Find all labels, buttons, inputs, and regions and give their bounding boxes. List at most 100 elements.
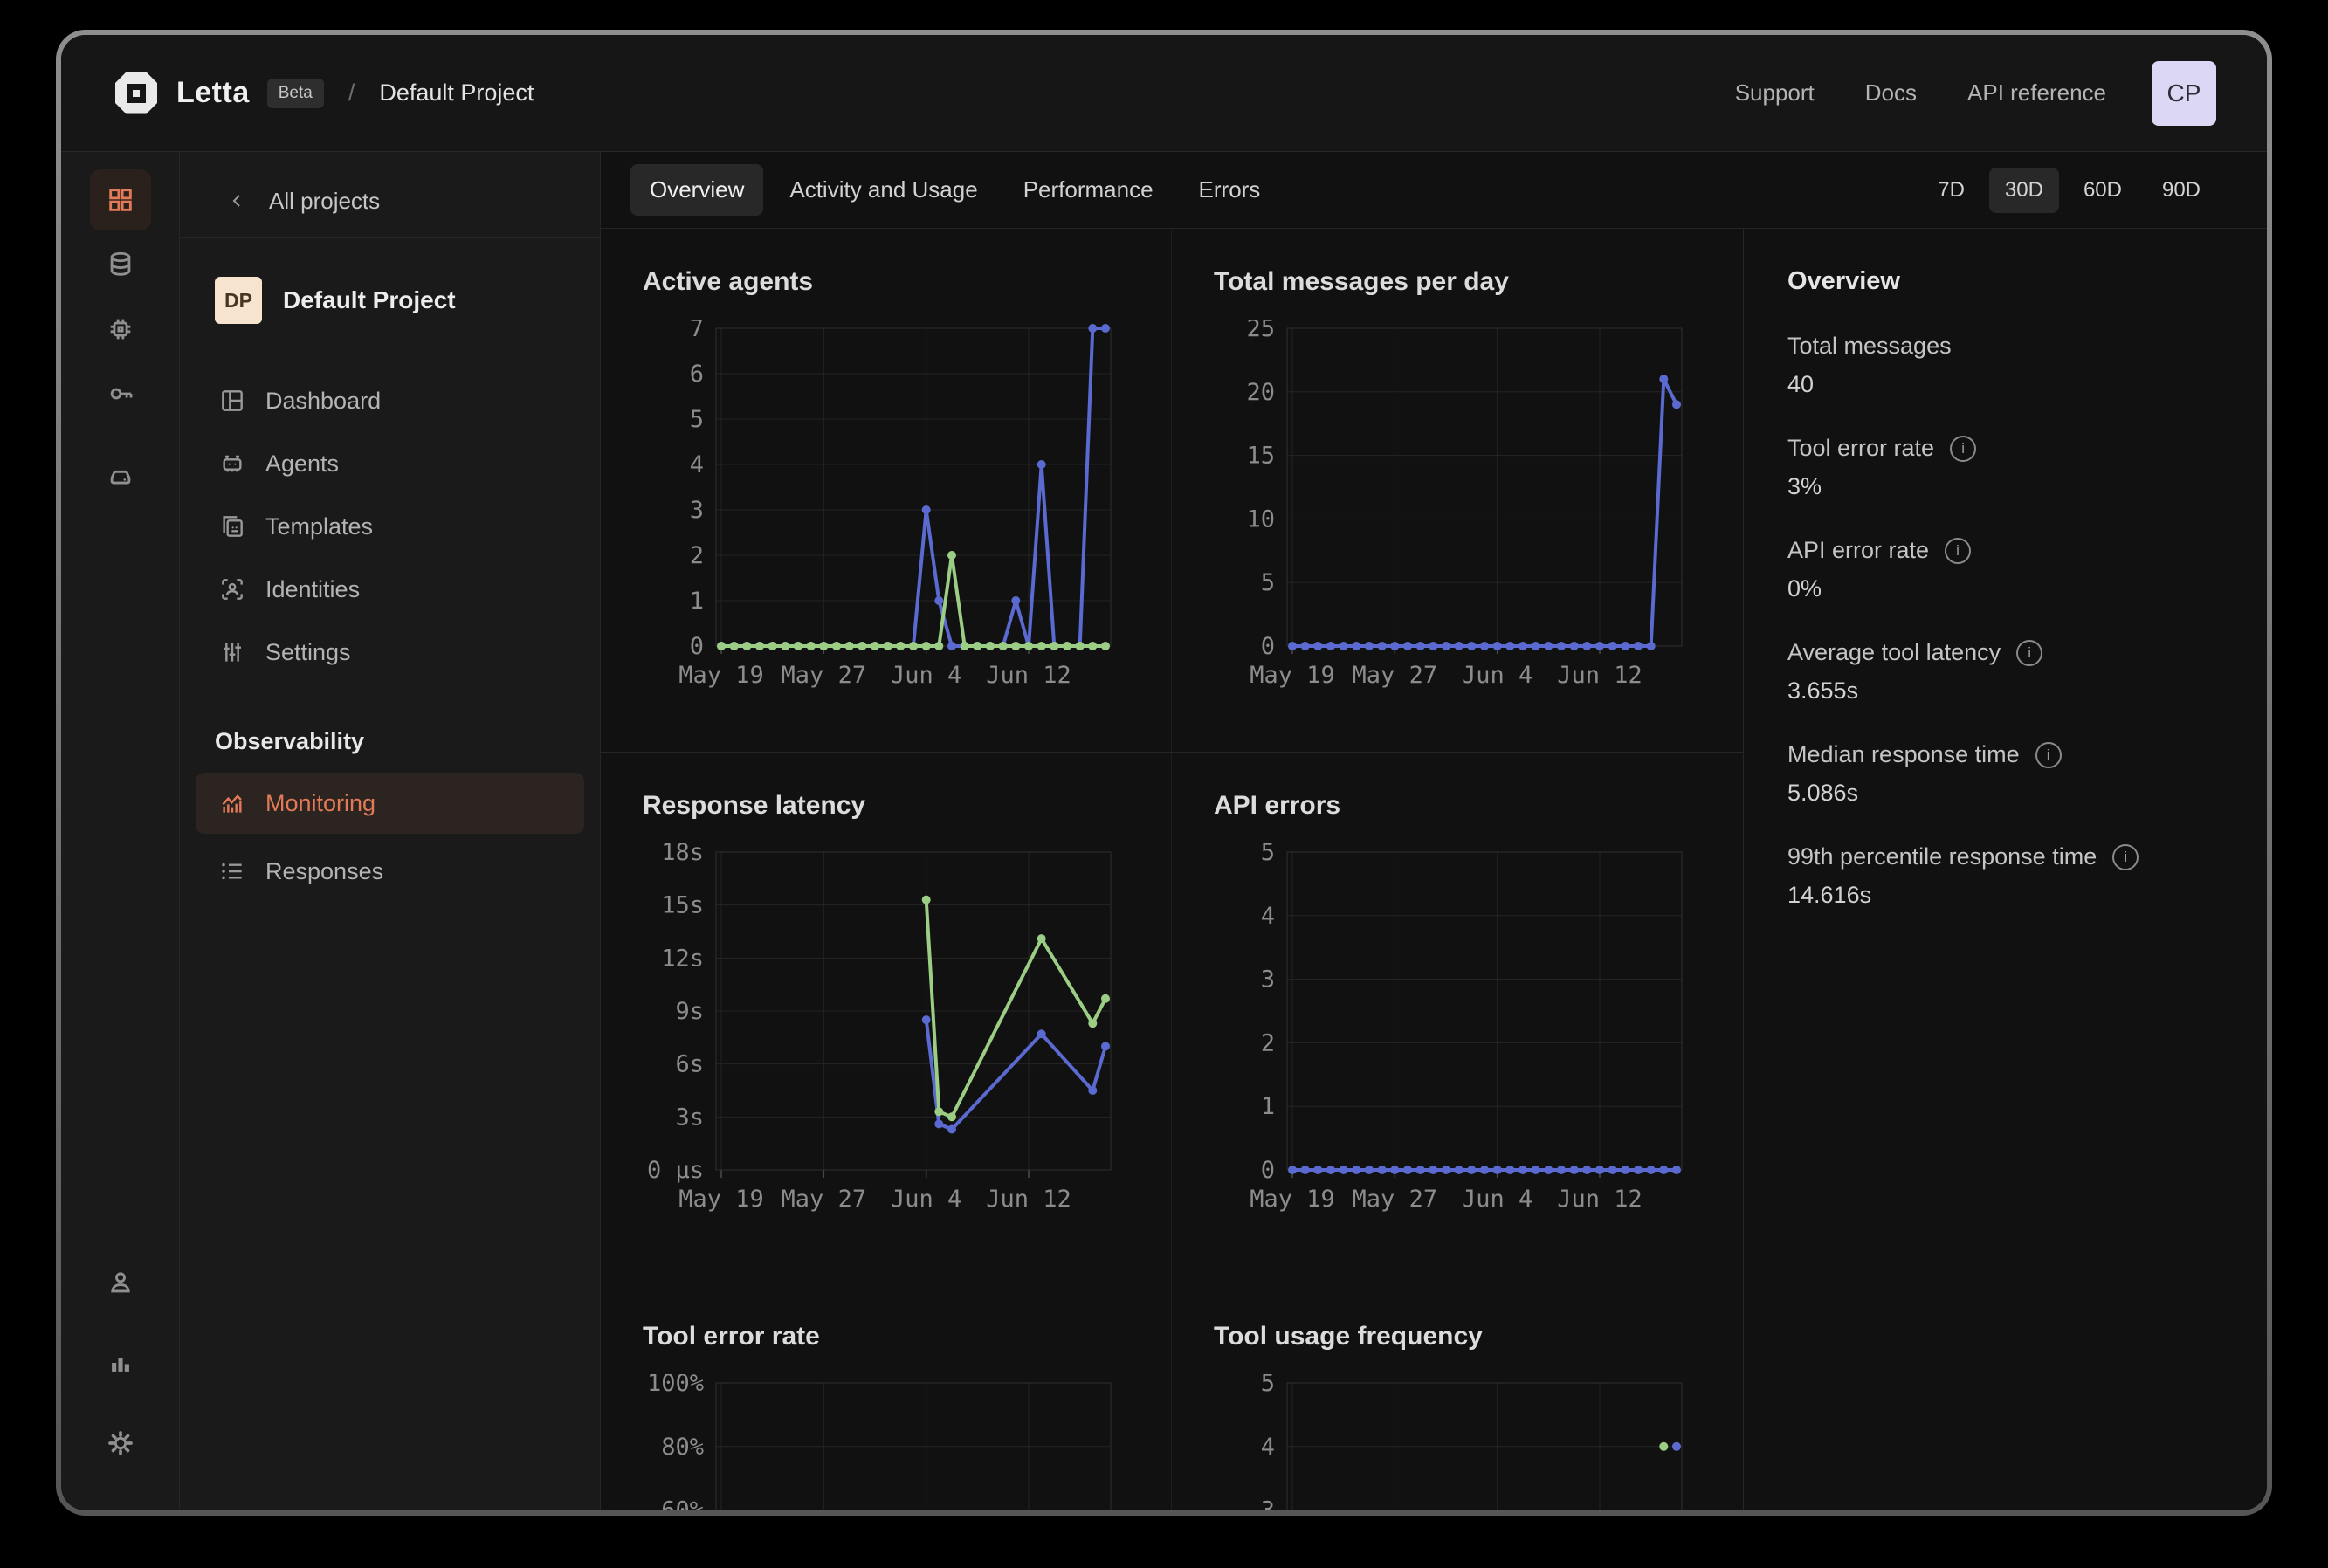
tab-errors[interactable]: Errors xyxy=(1180,164,1280,216)
gear-icon[interactable] xyxy=(90,1413,151,1474)
top-bar: Letta Beta / Default Project Support Doc… xyxy=(61,35,2267,152)
bar-chart-icon[interactable] xyxy=(90,1332,151,1393)
server-icon[interactable] xyxy=(90,446,151,507)
svg-text:0: 0 xyxy=(1261,633,1275,660)
svg-text:Jun 12: Jun 12 xyxy=(986,662,1071,689)
svg-text:3: 3 xyxy=(690,497,704,524)
svg-text:1: 1 xyxy=(1261,1093,1275,1120)
letta-logo-icon xyxy=(115,72,157,114)
breadcrumb-separator: / xyxy=(348,79,355,107)
svg-text:12s: 12s xyxy=(661,945,704,972)
chart-active-agents: Active agents 01234567May 19May 27Jun 4J… xyxy=(601,229,1172,753)
project-avatar: DP xyxy=(215,277,262,324)
time-range-selector: 7D 30D 60D 90D xyxy=(1922,168,2216,213)
line-chart: 0510152025May 19May 27Jun 4Jun 12 xyxy=(1214,320,1689,695)
info-icon[interactable]: i xyxy=(1950,436,1976,462)
info-icon[interactable]: i xyxy=(2035,742,2062,768)
metric-99th-percentile-response-time: 99th percentile response timei 14.616s xyxy=(1787,843,2232,909)
svg-text:25: 25 xyxy=(1246,320,1275,342)
svg-text:May 19: May 19 xyxy=(1250,662,1335,689)
line-chart: 012345May 19May 27Jun 4Jun 12 xyxy=(1214,843,1689,1219)
sidebar-item-monitoring[interactable]: Monitoring xyxy=(196,773,584,834)
info-icon[interactable]: i xyxy=(2016,640,2042,666)
info-icon[interactable]: i xyxy=(1945,538,1971,564)
sidebar-item-settings[interactable]: Settings xyxy=(180,621,600,684)
tab-activity-and-usage[interactable]: Activity and Usage xyxy=(770,164,996,216)
sidebar-item-identities[interactable]: Identities xyxy=(180,558,600,621)
svg-text:15: 15 xyxy=(1246,443,1275,470)
sidebar-item-templates[interactable]: Templates xyxy=(180,495,600,558)
range-90d[interactable]: 90D xyxy=(2146,168,2216,213)
svg-text:2: 2 xyxy=(1261,1029,1275,1056)
svg-text:0: 0 xyxy=(1261,1157,1275,1184)
metric-value: 3% xyxy=(1787,473,2232,500)
svg-text:9s: 9s xyxy=(675,998,704,1025)
chart-response-latency: Response latency 0 µs3s6s9s12s15s18sMay … xyxy=(601,753,1172,1283)
cpu-icon[interactable] xyxy=(90,299,151,360)
svg-text:May 27: May 27 xyxy=(1353,662,1438,689)
tab-performance[interactable]: Performance xyxy=(1004,164,1173,216)
sidebar-item-dashboard[interactable]: Dashboard xyxy=(180,369,600,432)
breadcrumb-project[interactable]: Default Project xyxy=(379,79,534,107)
metric-median-response-time: Median response timei 5.086s xyxy=(1787,741,2232,807)
sidebar-item-label: Agents xyxy=(265,450,339,478)
tab-overview[interactable]: Overview xyxy=(630,164,763,216)
sidebar-item-responses[interactable]: Responses xyxy=(196,841,584,902)
metric-value: 0% xyxy=(1787,575,2232,602)
person-icon[interactable] xyxy=(90,1252,151,1313)
metric-tool-error-rate: Tool error ratei 3% xyxy=(1787,435,2232,500)
key-icon[interactable] xyxy=(90,363,151,424)
api-reference-link[interactable]: API reference xyxy=(1967,79,2106,107)
metric-average-tool-latency: Average tool latencyi 3.655s xyxy=(1787,639,2232,705)
beta-badge: Beta xyxy=(267,79,324,108)
grid-icon[interactable] xyxy=(90,169,151,230)
sliders-icon xyxy=(218,638,246,666)
all-projects-back[interactable]: All projects xyxy=(180,175,600,227)
svg-text:5: 5 xyxy=(1261,569,1275,596)
svg-text:Jun 12: Jun 12 xyxy=(1557,1186,1643,1213)
support-link[interactable]: Support xyxy=(1735,79,1815,107)
range-30d[interactable]: 30D xyxy=(1989,168,2059,213)
sidebar-item-agents[interactable]: Agents xyxy=(180,432,600,495)
project-header[interactable]: DP Default Project xyxy=(215,277,600,324)
svg-text:May 19: May 19 xyxy=(1250,1186,1335,1213)
main-content: Overview Activity and Usage Performance … xyxy=(601,152,2267,1510)
svg-text:5: 5 xyxy=(1261,1374,1275,1397)
metric-label: Average tool latency xyxy=(1787,639,2001,666)
svg-text:6s: 6s xyxy=(675,1051,704,1078)
svg-text:18s: 18s xyxy=(661,843,704,866)
svg-text:3: 3 xyxy=(1261,1497,1275,1510)
svg-text:Jun 4: Jun 4 xyxy=(1462,662,1532,689)
svg-text:0 µs: 0 µs xyxy=(647,1157,704,1184)
chart-title: Active agents xyxy=(643,267,1119,297)
robot-icon xyxy=(218,450,246,478)
observability-section-label: Observability xyxy=(215,728,600,755)
range-7d[interactable]: 7D xyxy=(1922,168,1980,213)
svg-text:80%: 80% xyxy=(661,1434,704,1461)
info-icon[interactable]: i xyxy=(2112,844,2139,870)
svg-text:5: 5 xyxy=(690,406,704,433)
rail-bottom-group xyxy=(90,1252,151,1477)
identity-icon xyxy=(218,575,246,603)
metric-label: API error rate xyxy=(1787,537,1929,564)
svg-text:100%: 100% xyxy=(647,1374,704,1397)
svg-text:4: 4 xyxy=(690,451,704,478)
sidebar-item-label: Identities xyxy=(265,576,360,603)
svg-text:Jun 12: Jun 12 xyxy=(986,1186,1071,1213)
metric-api-error-rate: API error rate i 0% xyxy=(1787,537,2232,602)
line-chart: 0%20%40%60%80%100%May 19May 27Jun 4Jun 1… xyxy=(643,1374,1118,1510)
docs-link[interactable]: Docs xyxy=(1865,79,1917,107)
database-icon[interactable] xyxy=(90,234,151,295)
svg-text:Jun 4: Jun 4 xyxy=(1462,1186,1532,1213)
svg-text:May 19: May 19 xyxy=(678,662,764,689)
svg-text:7: 7 xyxy=(690,320,704,342)
svg-text:May 27: May 27 xyxy=(782,1186,867,1213)
overview-panel-title: Overview xyxy=(1787,267,2232,296)
user-avatar[interactable]: CP xyxy=(2152,61,2216,126)
metric-label: Total messages xyxy=(1787,333,1952,360)
svg-text:2: 2 xyxy=(690,542,704,569)
range-60d[interactable]: 60D xyxy=(2068,168,2138,213)
brand-name: Letta xyxy=(176,76,250,110)
charts-grid: Active agents 01234567May 19May 27Jun 4J… xyxy=(601,229,1743,1510)
line-chart: 01234567May 19May 27Jun 4Jun 12 xyxy=(643,320,1118,695)
